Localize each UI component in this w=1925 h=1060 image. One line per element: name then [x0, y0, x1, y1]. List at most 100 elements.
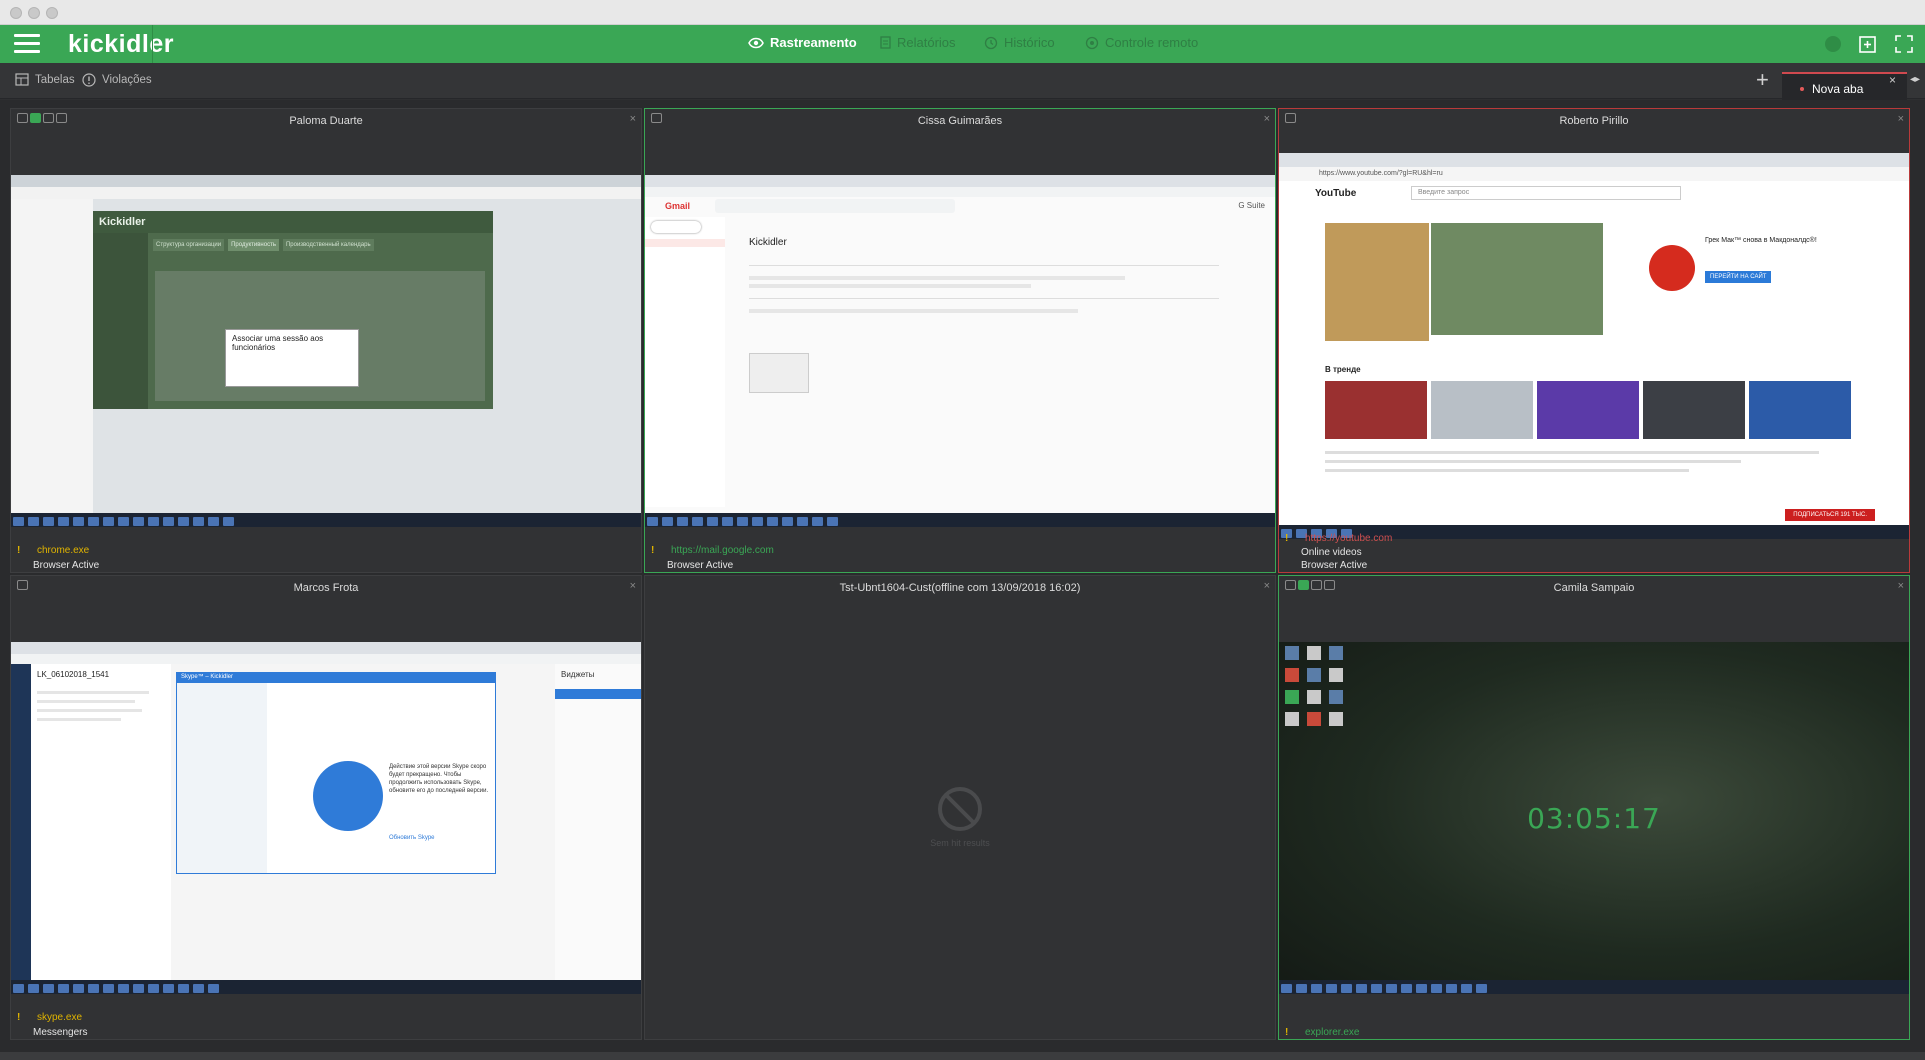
tab-dot-icon — [1800, 87, 1804, 91]
screen-preview[interactable]: Gmail G Suite Kickidler — [645, 175, 1275, 527]
close-window-button[interactable] — [10, 7, 22, 19]
activity-category: Browser Active — [667, 560, 734, 571]
panel-title: Paloma Duarte — [289, 115, 363, 127]
skype-window: Skype™ – Kickidler Действие этой версии … — [176, 672, 496, 874]
skype-title: Skype™ – Kickidler — [177, 673, 495, 683]
mcdonalds-logo — [1649, 245, 1695, 291]
activity-category-secondary: Browser Active — [1301, 560, 1368, 571]
monitor-panel[interactable]: Tst-Ubnt1604-Cust(offline com 13/09/2018… — [644, 575, 1276, 1040]
trending-heading: В тренде — [1325, 365, 1361, 374]
tables-button[interactable]: Tabelas — [15, 73, 75, 86]
no-signal-icon — [937, 786, 983, 837]
warning-circle-icon — [82, 73, 96, 87]
process-row: ! skype.exe — [17, 1012, 82, 1023]
tab-scroll-arrows-icon[interactable]: ◂▸ — [1910, 74, 1920, 85]
nav-label: Rastreamento — [770, 35, 857, 50]
nav-label: Controle remoto — [1105, 35, 1199, 50]
browser-address-bar: https://www.youtube.com/?gl=RU&hl=ru — [1279, 167, 1909, 181]
browser-tabs — [11, 175, 641, 187]
process-name: chrome.exe — [37, 545, 90, 556]
no-results-text: Sem hit results — [930, 838, 990, 848]
browser-address-bar — [11, 187, 641, 199]
monitor-panel[interactable]: Camila Sampaio × 03:05:17 ! explorer.exe — [1278, 575, 1910, 1040]
email-subject: Kickidler — [749, 237, 787, 248]
trending-row — [1325, 381, 1851, 439]
screen-preview[interactable]: 03:05:17 — [1279, 642, 1909, 994]
email-thread — [749, 255, 1219, 495]
windows-taskbar — [11, 513, 641, 527]
menu-icon[interactable] — [14, 34, 40, 54]
process-name: https://mail.google.com — [671, 545, 774, 556]
gsuite-badge: G Suite — [1238, 201, 1265, 210]
monitor-panel[interactable]: Cissa Guimarães × Gmail G Suite Kickidle… — [644, 108, 1276, 573]
violations-button[interactable]: Violações — [82, 73, 152, 87]
browser-tabs — [645, 175, 1275, 187]
panel-close-icon[interactable]: × — [1898, 113, 1904, 125]
monitor-panel[interactable]: Roberto Pirillo × https://www.youtube.co… — [1278, 108, 1910, 573]
youtube-logo: YouTube — [1315, 188, 1357, 199]
panel-close-icon[interactable]: × — [630, 580, 636, 592]
app-logo: kickidler — [68, 30, 174, 58]
maximize-window-button[interactable] — [46, 7, 58, 19]
nav-controle-remoto[interactable]: Controle remoto — [1085, 35, 1198, 50]
windows-taskbar — [11, 980, 641, 994]
ad-button: ПЕРЕЙТИ НА САЙТ — [1705, 271, 1772, 283]
window-titlebar — [0, 0, 1925, 25]
browser-address-bar — [11, 654, 641, 664]
screen-preview[interactable]: Kickidler Структура организации Продукти… — [11, 175, 641, 527]
process-name: https://youtube.com — [1305, 533, 1393, 544]
youtube-search: Введите запрос — [1411, 186, 1681, 200]
tab-label: Nova aba — [1812, 82, 1864, 96]
screen-preview[interactable]: https://www.youtube.com/?gl=RU&hl=ru You… — [1279, 153, 1909, 539]
crm-header: LK_06102018_1541 — [37, 670, 110, 679]
nav-rastreamento[interactable]: Rastreamento — [748, 35, 857, 50]
skype-update-message: Действие этой версии Skype скоро будет п… — [389, 764, 489, 795]
add-tab-button[interactable]: + — [1756, 67, 1769, 93]
toolbar: Tabelas Violações + — [0, 63, 1925, 99]
app-sidebar — [93, 233, 148, 409]
file-tree — [11, 199, 93, 513]
warning-icon: ! — [1285, 1027, 1289, 1038]
violations-label: Violações — [102, 74, 152, 86]
windows-taskbar — [1279, 980, 1909, 994]
ad-title: Грек Мак™ снова в Макдоналдс®! — [1705, 237, 1817, 244]
new-window-icon[interactable] — [1857, 33, 1879, 55]
widgets-panel: Виджеты — [555, 664, 641, 980]
activity-category: Messengers — [33, 1027, 88, 1038]
nav-relatorios[interactable]: Relatórios — [880, 35, 956, 50]
minimize-window-button[interactable] — [28, 7, 40, 19]
fullscreen-icon[interactable] — [1893, 33, 1915, 55]
panel-close-icon[interactable]: × — [1898, 580, 1904, 592]
monitor-panel[interactable]: Paloma Duarte × Kickidler Структура орга… — [10, 108, 642, 573]
app-tabs: Структура организации Продуктивность Про… — [153, 239, 374, 251]
remote-icon — [1085, 36, 1099, 49]
panel-close-icon[interactable]: × — [630, 113, 636, 125]
browser-tabs — [1279, 153, 1909, 167]
process-row: ! explorer.exe — [1285, 1027, 1359, 1038]
table-icon — [15, 73, 29, 86]
panel-title: Roberto Pirillo — [1559, 115, 1629, 127]
status-indicator-icon[interactable] — [1822, 33, 1844, 55]
process-row: ! https://mail.google.com — [651, 545, 774, 556]
screen-preview[interactable]: LK_06102018_1541 Виджеты Skype™ – Kickid… — [11, 642, 641, 994]
skype-update-graphic — [313, 761, 383, 831]
tables-label: Tabelas — [35, 73, 75, 86]
panel-close-icon[interactable]: × — [1264, 580, 1270, 592]
eye-icon — [748, 37, 764, 48]
association-dialog: Associar uma sessão aos funcionários — [225, 329, 359, 387]
close-tab-icon[interactable]: × — [1889, 73, 1896, 87]
app-title: Kickidler — [93, 211, 493, 233]
process-row: ! https://youtube.com — [1285, 533, 1392, 544]
video-thumbnail — [1431, 223, 1603, 335]
browser-tabs — [11, 642, 641, 654]
app-tab: Продуктивность — [228, 239, 279, 251]
panel-close-icon[interactable]: × — [1264, 113, 1270, 125]
gmail-search — [715, 199, 955, 213]
nav-historico[interactable]: Histórico — [984, 35, 1055, 50]
skype-update-link: Обновить Skype — [389, 835, 435, 841]
history-icon — [984, 36, 998, 49]
app-tab: Структура организации — [153, 239, 225, 251]
monitor-panel[interactable]: Marcos Frota × LK_06102018_1541 Виджеты … — [10, 575, 642, 1040]
gmail-sidebar — [645, 217, 725, 507]
process-row: ! chrome.exe — [17, 545, 89, 556]
